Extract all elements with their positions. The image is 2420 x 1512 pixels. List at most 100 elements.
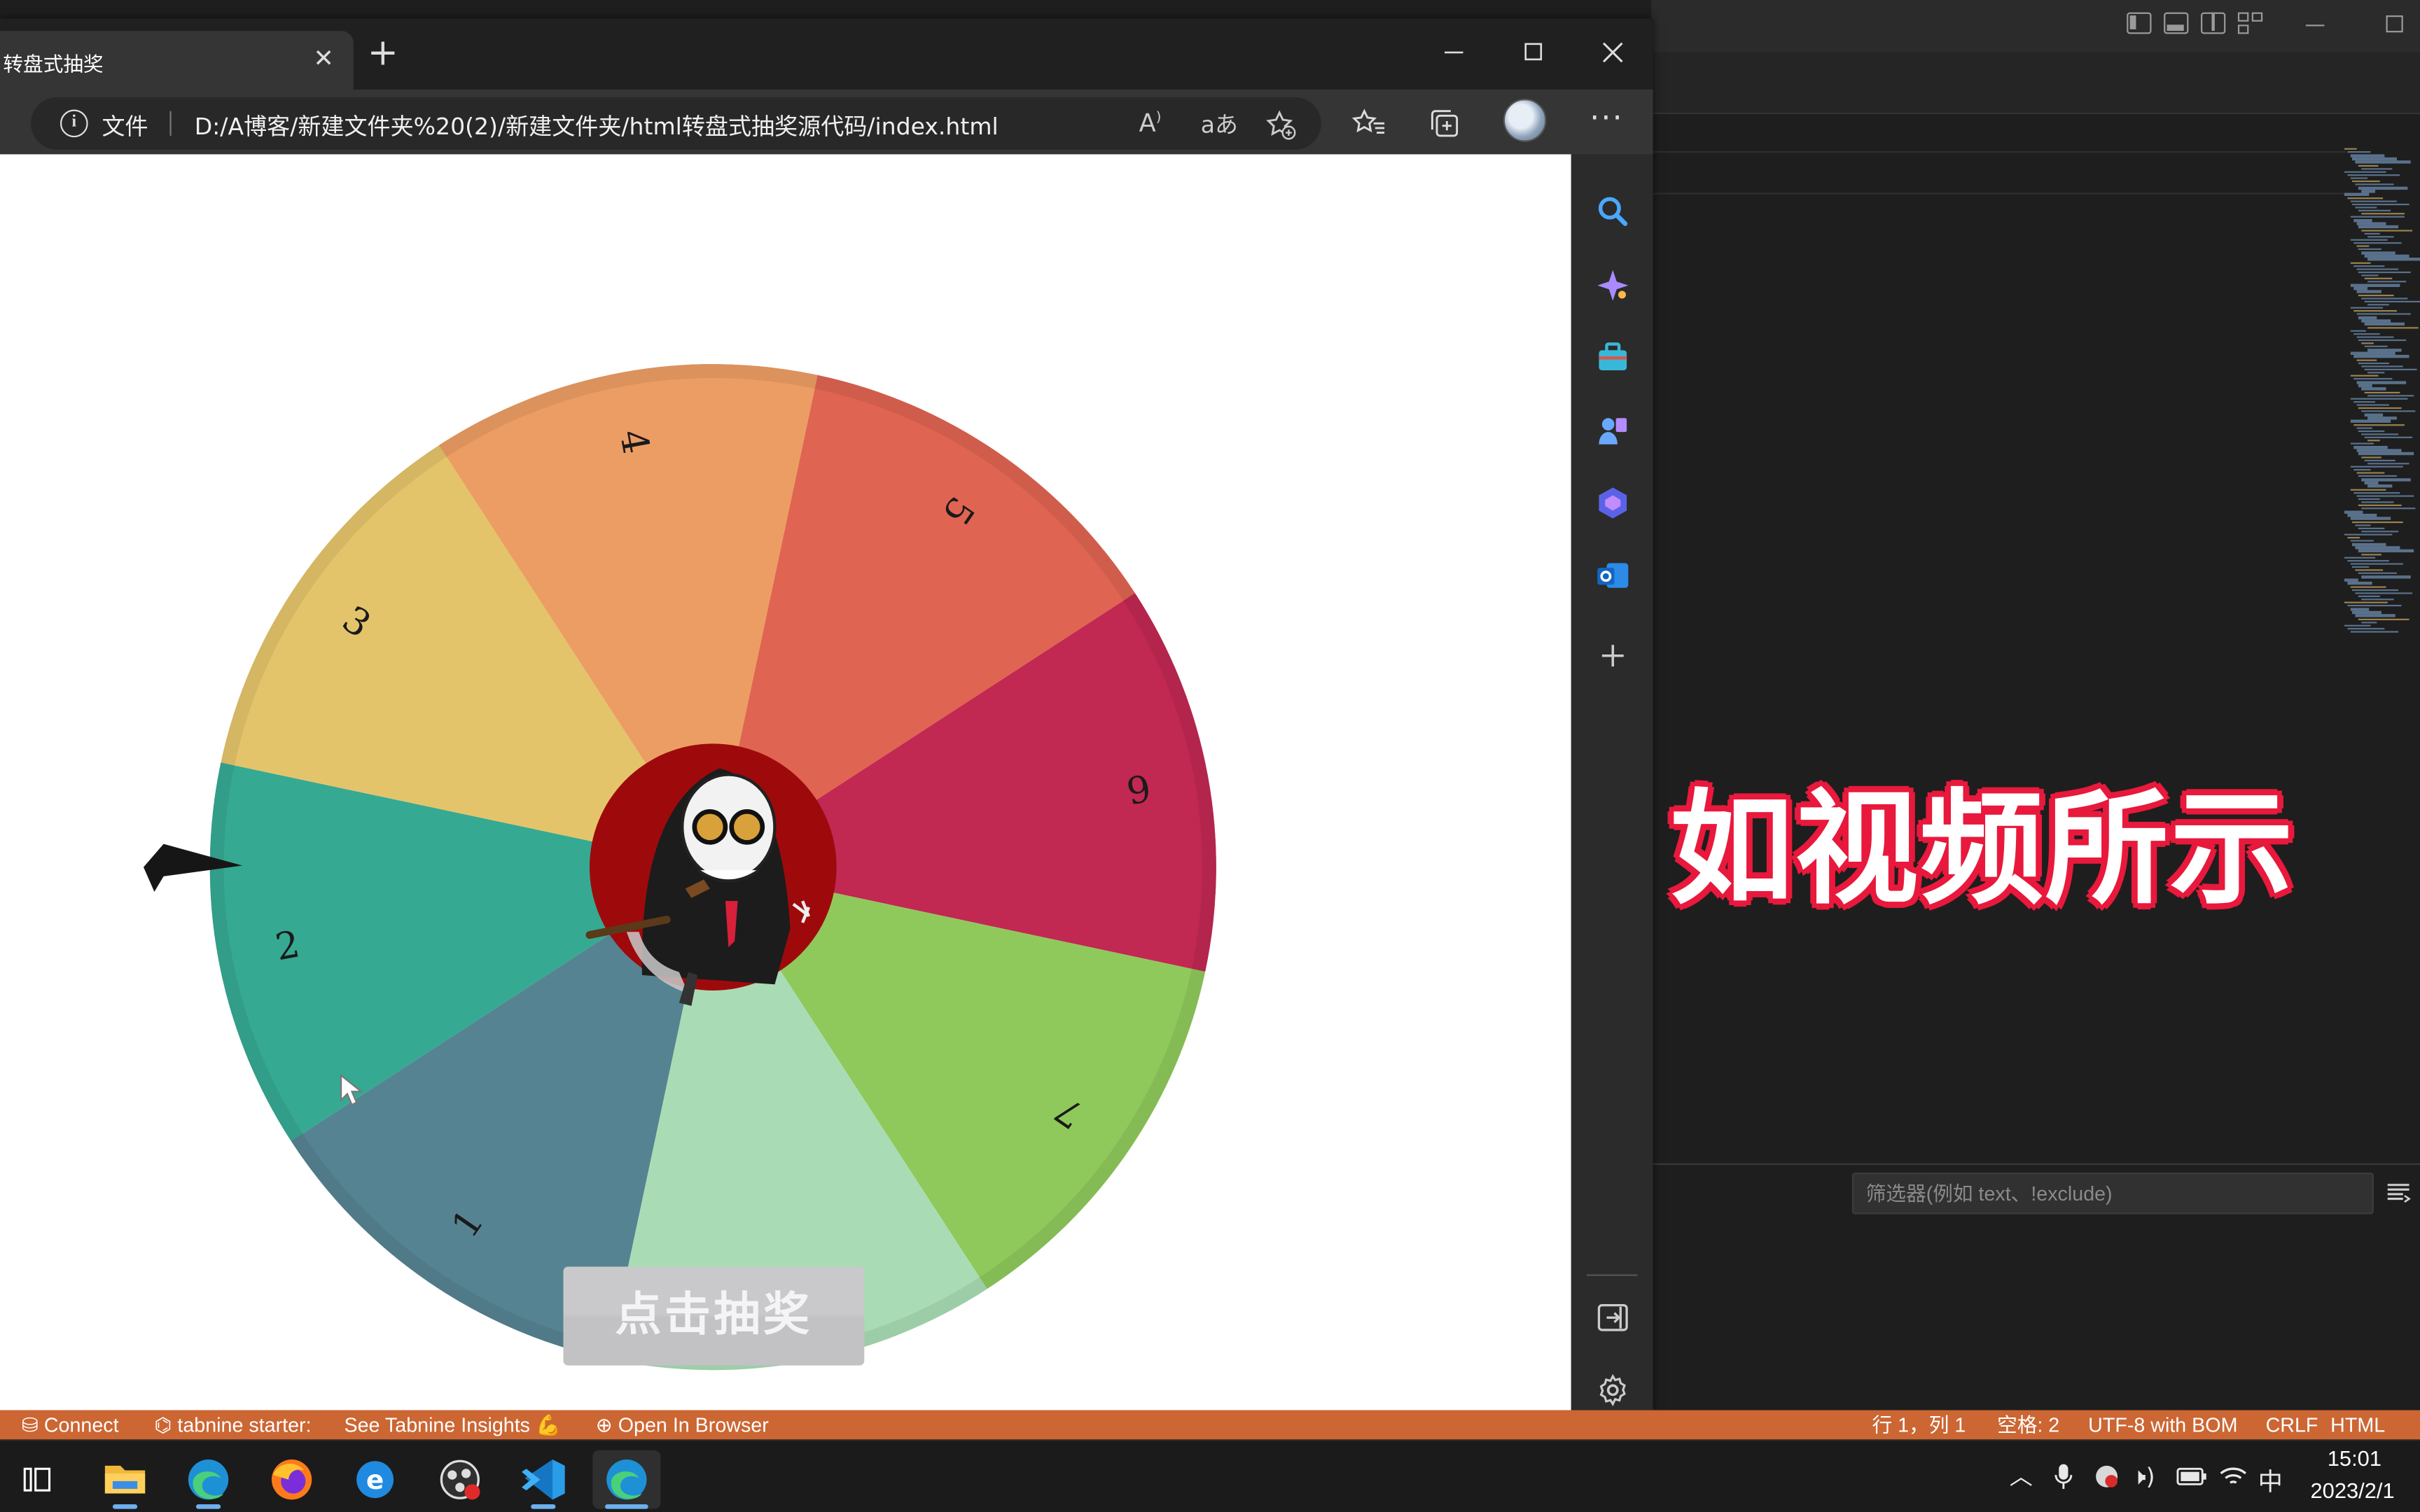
ie-icon[interactable]: e xyxy=(341,1450,409,1509)
mouse-cursor-icon xyxy=(340,1074,363,1106)
favorites-icon[interactable] xyxy=(1351,108,1386,139)
vscode-editor[interactable] xyxy=(1651,114,2420,1163)
close-tab-icon[interactable]: ✕ xyxy=(313,43,334,73)
address-bar[interactable]: i 文件 D:/A博客/新建文件夹%20(2)/新建文件夹/html转盘式抽奖源… xyxy=(31,97,1321,150)
search-icon[interactable] xyxy=(1594,193,1632,230)
panel-list-icon[interactable] xyxy=(2386,1180,2411,1205)
minimap-line xyxy=(2367,258,2420,261)
tabnine-insights-item[interactable]: See Tabnine Insights 💪 xyxy=(345,1412,561,1438)
minimap-line xyxy=(2358,209,2391,212)
minimap-line xyxy=(2358,384,2373,387)
minimap-line xyxy=(2346,537,2360,540)
minimap-line xyxy=(2356,267,2398,270)
info-icon[interactable]: i xyxy=(60,109,88,138)
star-add-icon[interactable] xyxy=(1265,109,1296,140)
vscode-tab-bar xyxy=(1651,52,2420,115)
url-text[interactable]: D:/A博客/新建文件夹%20(2)/新建文件夹/html转盘式抽奖源代码/in… xyxy=(195,109,999,141)
vscode-minimap[interactable] xyxy=(2342,148,2420,636)
ime-indicator[interactable]: 中 xyxy=(2258,1461,2283,1498)
minimap-line xyxy=(2358,164,2379,167)
minimap-line xyxy=(2361,410,2416,413)
close-window-icon[interactable] xyxy=(1602,42,1624,64)
edge-active-taskbar-icon[interactable] xyxy=(592,1450,661,1509)
minimap-line xyxy=(2349,608,2369,610)
obs-icon[interactable] xyxy=(426,1450,494,1509)
eol-item[interactable]: CRLF xyxy=(2266,1412,2318,1438)
lottery-wheel: 12345678 xyxy=(143,364,1216,1371)
minimap-line xyxy=(2355,569,2384,572)
minimap-line xyxy=(2353,310,2397,313)
minimap-line xyxy=(2353,424,2405,426)
cursor-position-item[interactable]: 行 1，列 1 xyxy=(1872,1412,1966,1438)
minimap-line xyxy=(2360,190,2375,192)
minimap-line xyxy=(2364,345,2388,348)
toggle-secondary-sidebar-icon[interactable] xyxy=(2201,12,2226,34)
open-in-browser-item[interactable]: ⊕ Open In Browser xyxy=(596,1412,769,1438)
battery-icon[interactable] xyxy=(2176,1466,2207,1488)
toggle-panel-icon[interactable] xyxy=(2164,12,2189,34)
vscode-minimize-icon[interactable] xyxy=(2305,24,2325,27)
read-aloud-icon[interactable]: A) xyxy=(1139,108,1162,137)
minimap-line xyxy=(2352,520,2404,523)
clock-time[interactable]: 15:01 xyxy=(2328,1446,2381,1470)
minimap-line xyxy=(2344,510,2363,514)
tabnine-item[interactable]: ⌬ tabnine starter: xyxy=(154,1412,311,1438)
file-explorer-icon[interactable] xyxy=(91,1450,159,1509)
vscode-taskbar-icon[interactable] xyxy=(509,1450,577,1509)
microphone-icon[interactable] xyxy=(2052,1462,2074,1490)
minimize-icon[interactable] xyxy=(1443,40,1465,62)
add-icon[interactable] xyxy=(1594,637,1632,674)
minimap-line xyxy=(2358,248,2382,251)
games-icon[interactable] xyxy=(1594,412,1632,449)
edge-taskbar-icon[interactable] xyxy=(174,1450,242,1509)
firefox-icon[interactable] xyxy=(258,1450,326,1509)
minimap-line xyxy=(2358,572,2397,575)
minimap-line xyxy=(2358,430,2386,433)
minimap-line xyxy=(2364,277,2393,280)
tray-overflow-icon[interactable]: ︿ xyxy=(2010,1460,2033,1492)
minimap-line xyxy=(2346,197,2383,200)
new-tab-icon[interactable]: + xyxy=(368,34,398,71)
exit-sidebar-icon[interactable] xyxy=(1594,1299,1632,1336)
translate-icon[interactable]: aあ xyxy=(1201,108,1238,140)
more-icon[interactable]: ··· xyxy=(1590,99,1624,136)
vscode-titlebar xyxy=(1651,0,2420,52)
indentation-item[interactable]: 空格: 2 xyxy=(1997,1412,2059,1438)
tray-app-icon[interactable] xyxy=(2093,1462,2121,1490)
copilot-icon[interactable] xyxy=(1594,267,1632,304)
draw-button[interactable]: 点击抽奖 xyxy=(563,1266,865,1366)
settings-icon[interactable] xyxy=(1594,1371,1632,1408)
office-icon[interactable] xyxy=(1594,484,1632,522)
encoding-item[interactable]: UTF-8 with BOM xyxy=(2088,1412,2237,1438)
collections-icon[interactable] xyxy=(1429,108,1461,140)
clock-date[interactable]: 2023/2/1 xyxy=(2311,1478,2395,1503)
minimap-line xyxy=(2350,329,2366,332)
minimap-line xyxy=(2358,475,2398,478)
minimap-line xyxy=(2367,235,2394,238)
language-item[interactable]: HTML xyxy=(2330,1412,2385,1438)
minimap-line xyxy=(2356,223,2386,225)
wifi-icon[interactable] xyxy=(2219,1464,2247,1489)
volume-icon[interactable]: 🕨) xyxy=(2132,1462,2155,1490)
minimap-line xyxy=(2367,281,2406,284)
task-view-icon[interactable] xyxy=(3,1450,71,1509)
toggle-primary-sidebar-icon[interactable] xyxy=(2127,12,2152,34)
minimap-line xyxy=(2352,543,2387,546)
vscode-restore-icon[interactable] xyxy=(2386,15,2403,33)
sidebar-separator xyxy=(1586,1274,1638,1276)
customize-layout-icon[interactable] xyxy=(2237,12,2263,34)
minimap-line xyxy=(2358,452,2415,455)
minimap-line xyxy=(2352,180,2381,183)
profile-avatar[interactable] xyxy=(1503,99,1547,142)
minimap-line xyxy=(2358,293,2395,296)
minimap-line xyxy=(2360,530,2398,533)
tools-icon[interactable] xyxy=(1594,340,1632,377)
minimap-line xyxy=(2367,484,2392,488)
minimap-line xyxy=(2352,611,2382,614)
minimap-line xyxy=(2364,458,2395,461)
maximize-icon[interactable] xyxy=(1523,42,1545,64)
panel-filter-input[interactable]: 筛选器(例如 text、!exclude) xyxy=(1851,1172,2374,1214)
outlook-icon[interactable] xyxy=(1594,557,1632,594)
browser-tab[interactable]: 转盘式抽奖 ✕ xyxy=(0,31,354,90)
connect-item[interactable]: ⛁ Connect xyxy=(22,1412,119,1438)
